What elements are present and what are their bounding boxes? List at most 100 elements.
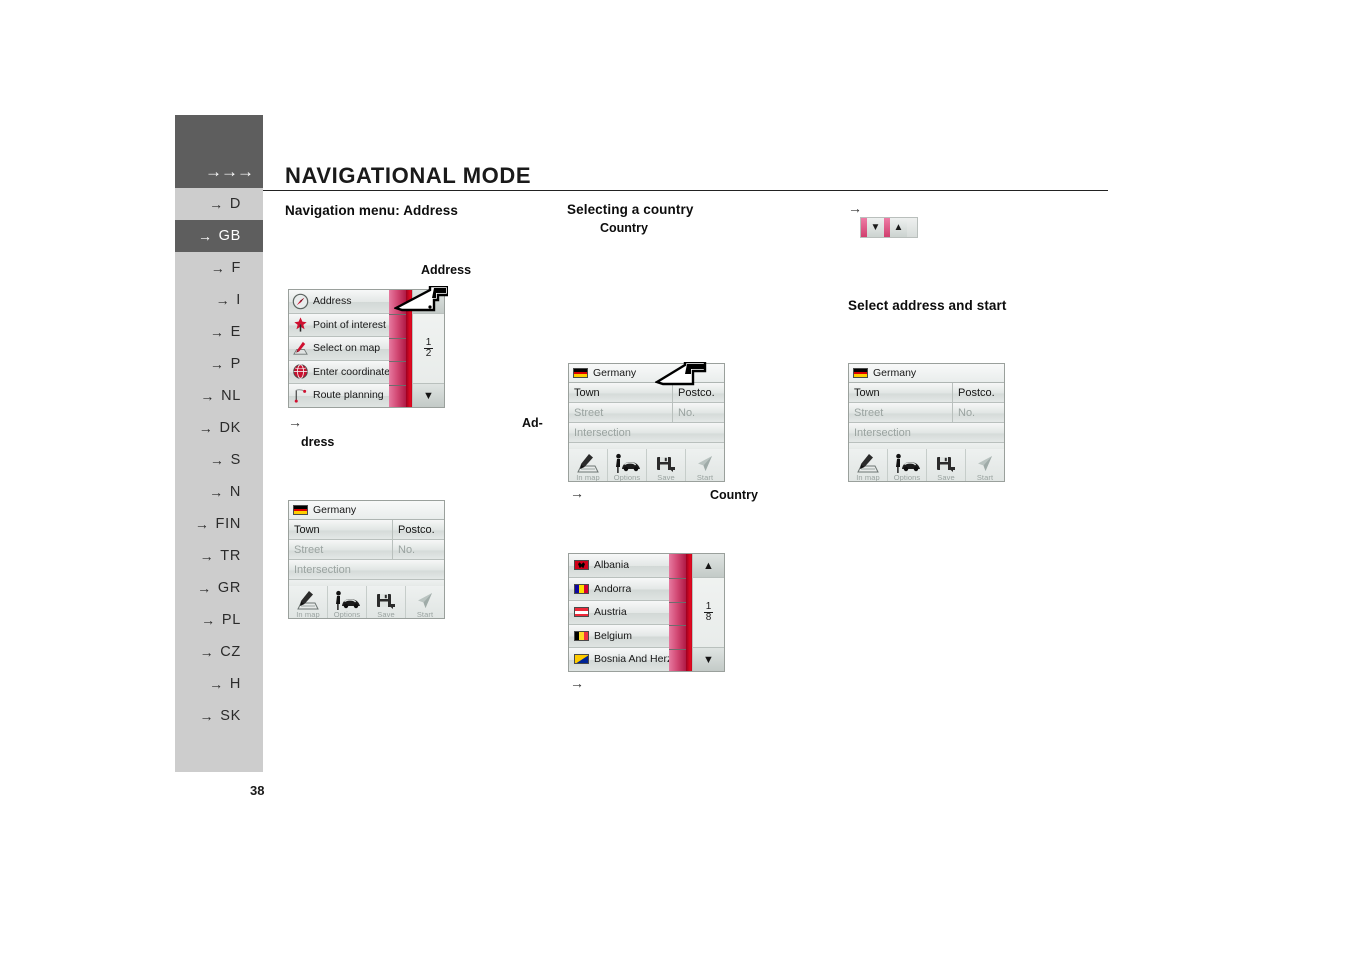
- form-button-options[interactable]: Options: [608, 449, 647, 481]
- menu-scroll-down-button[interactable]: ▼: [413, 383, 444, 407]
- form-button-in-map[interactable]: In map: [569, 449, 608, 481]
- country-scroll-up-button[interactable]: ▲: [693, 554, 724, 578]
- start-arrow-icon: [975, 454, 995, 474]
- form-row-town[interactable]: Town Postco.: [849, 383, 1004, 403]
- address-form-device-middle[interactable]: Germany Town Postco. Street No. Intersection I…: [568, 363, 725, 482]
- house-number-field[interactable]: No.: [392, 540, 444, 559]
- options-car-icon: [894, 453, 921, 474]
- postcode-field[interactable]: Postco.: [952, 383, 1004, 402]
- form-row-street[interactable]: Street No.: [849, 403, 1004, 423]
- form-button-start[interactable]: Start: [966, 449, 1004, 482]
- sidebar-item-arrow-icon: →: [199, 644, 215, 660]
- right-column-step-arrow: →: [848, 200, 862, 216]
- sidebar-item-label: TR: [220, 548, 241, 564]
- sidebar-item-tr[interactable]: → TR: [175, 540, 263, 572]
- form-button-save[interactable]: Save: [647, 449, 686, 481]
- country-scroll-indicator[interactable]: [669, 554, 693, 671]
- sidebar-item-gb[interactable]: → GB: [175, 220, 263, 252]
- house-number-field[interactable]: No.: [672, 403, 724, 422]
- menu-scroll-indicator[interactable]: [389, 290, 413, 407]
- scroll-up-button[interactable]: ▲: [890, 218, 907, 237]
- street-field[interactable]: Street: [569, 403, 672, 422]
- sidebar-item-i[interactable]: → I: [175, 284, 263, 316]
- form-country-row[interactable]: Germany: [849, 364, 1004, 383]
- form-row-intersection[interactable]: Intersection: [289, 560, 444, 580]
- sidebar-item-p[interactable]: → P: [175, 348, 263, 380]
- germany-flag: [853, 368, 868, 378]
- middle-column-subheading: Country: [600, 221, 648, 235]
- germany-flag: [573, 368, 588, 378]
- menu-control-column[interactable]: ▲ 1 2 ▼: [412, 290, 444, 407]
- sidebar-item-e[interactable]: → E: [175, 316, 263, 348]
- sidebar-item-dk[interactable]: → DK: [175, 412, 263, 444]
- navigation-menu-device[interactable]: Address Point of interest Select on map Ent…: [288, 289, 445, 408]
- menu-scroll-up-button[interactable]: ▲: [413, 290, 444, 314]
- sidebar-item-label: F: [231, 260, 241, 276]
- right-column-heading: Select address and start: [848, 298, 1007, 313]
- sidebar-item-arrow-icon: →: [215, 292, 231, 308]
- intersection-field[interactable]: Intersection: [569, 423, 724, 442]
- sidebar-item-cz[interactable]: → CZ: [175, 636, 263, 668]
- andorra-flag: [574, 583, 589, 594]
- form-button-options[interactable]: Options: [328, 586, 367, 618]
- form-button-options[interactable]: Options: [888, 449, 927, 481]
- sidebar-item-f[interactable]: → F: [175, 252, 263, 284]
- address-form-device-left[interactable]: Germany Town Postco. Street No. Intersection I…: [288, 500, 445, 619]
- country-page-total: 8: [705, 612, 712, 623]
- form-button-save[interactable]: Save: [927, 449, 966, 481]
- country-scroll-down-button[interactable]: ▼: [693, 647, 724, 671]
- address-form-device-right[interactable]: Germany Town Postco. Street No. Intersection I…: [848, 363, 1005, 482]
- form-row-intersection[interactable]: Intersection: [849, 423, 1004, 443]
- sidebar-item-label: GR: [217, 580, 241, 596]
- country-list-device[interactable]: Albania Andorra Austria Belgium Bosnia And H…: [568, 553, 725, 672]
- town-field[interactable]: Town: [849, 383, 952, 402]
- town-field[interactable]: Town: [569, 383, 672, 402]
- form-button-start[interactable]: Start: [406, 586, 444, 619]
- scroll-buttons-widget[interactable]: ▼ ▲: [860, 217, 918, 238]
- sidebar-item-d[interactable]: → D: [175, 188, 263, 220]
- postcode-field[interactable]: Postco.: [392, 520, 444, 539]
- form-button-label: Start: [416, 609, 434, 619]
- sidebar-item-label: GB: [218, 228, 241, 244]
- form-button-in-map[interactable]: In map: [849, 449, 888, 481]
- form-row-street[interactable]: Street No.: [569, 403, 724, 423]
- street-field[interactable]: Street: [289, 540, 392, 559]
- sidebar-item-nl[interactable]: → NL: [175, 380, 263, 412]
- sidebar-item-h[interactable]: → H: [175, 668, 263, 700]
- sidebar-item-s[interactable]: → S: [175, 444, 263, 476]
- intersection-field[interactable]: Intersection: [289, 560, 444, 579]
- form-row-street[interactable]: Street No.: [289, 540, 444, 560]
- town-field[interactable]: Town: [289, 520, 392, 539]
- sidebar-item-n[interactable]: → N: [175, 476, 263, 508]
- form-row-intersection[interactable]: Intersection: [569, 423, 724, 443]
- menu-item-label: Address: [313, 295, 352, 308]
- form-country-row[interactable]: Germany: [569, 364, 724, 383]
- intersection-field[interactable]: Intersection: [849, 423, 1004, 442]
- poi-pin-icon: [292, 316, 309, 333]
- form-button-bar: In map Options Save Start: [289, 586, 444, 619]
- form-button-in-map[interactable]: In map: [289, 586, 328, 618]
- page-number: 38: [250, 783, 265, 798]
- form-row-town[interactable]: Town Postco.: [569, 383, 724, 403]
- country-control-column[interactable]: ▲ 1 8 ▼: [692, 554, 724, 671]
- sidebar-item-pl[interactable]: → PL: [175, 604, 263, 636]
- scroll-down-button[interactable]: ▼: [867, 218, 884, 237]
- sidebar-item-gr[interactable]: → GR: [175, 572, 263, 604]
- sidebar-item-arrow-icon: →: [209, 324, 225, 340]
- sidebar-item-fin[interactable]: → FIN: [175, 508, 263, 540]
- form-row-town[interactable]: Town Postco.: [289, 520, 444, 540]
- title-divider: [263, 190, 1108, 191]
- form-country-row[interactable]: Germany: [289, 501, 444, 520]
- house-number-field[interactable]: No.: [952, 403, 1004, 422]
- sidebar-item-arrow-icon: →: [200, 388, 216, 404]
- middle-step-label-country: Country: [710, 488, 758, 502]
- form-button-label: Start: [976, 472, 994, 482]
- form-button-start[interactable]: Start: [686, 449, 724, 481]
- street-field[interactable]: Street: [849, 403, 952, 422]
- form-button-bar: In map Options Save Start: [569, 449, 724, 481]
- form-button-save[interactable]: Save: [367, 586, 406, 618]
- save-disk-icon: [935, 454, 957, 474]
- start-arrow-icon: [415, 591, 435, 611]
- postcode-field[interactable]: Postco.: [672, 383, 724, 402]
- sidebar-item-sk[interactable]: → SK: [175, 700, 263, 732]
